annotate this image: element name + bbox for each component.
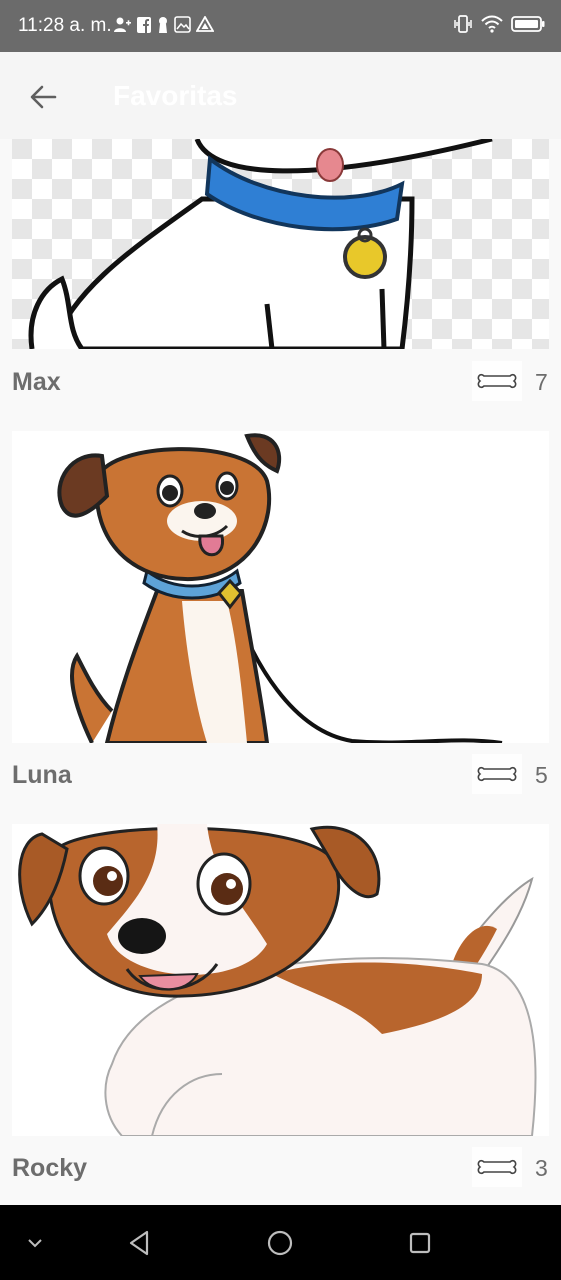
person-add-icon: [114, 17, 131, 32]
pet-name: Max: [12, 368, 61, 396]
page-title: Favoritas: [113, 80, 238, 111]
recents-square-icon: [409, 1232, 431, 1254]
dog-illustration: [12, 431, 549, 743]
nav-recents-button[interactable]: [404, 1227, 436, 1259]
chevron-down-icon: [28, 1239, 42, 1248]
back-triangle-icon: [129, 1230, 149, 1256]
arrow-back-icon: [30, 85, 57, 109]
bone-icon: [477, 1159, 517, 1175]
like-button[interactable]: [472, 1147, 522, 1187]
back-button[interactable]: [22, 76, 64, 118]
dog-illustration: [12, 824, 549, 1136]
drive-icon: [196, 16, 214, 32]
status-bar: 11:28 a. m.: [0, 0, 561, 52]
status-time: 11:28 a. m.: [18, 15, 112, 36]
like-count: 5: [535, 762, 548, 788]
bone-icon: [477, 373, 517, 389]
keyhole-icon: [159, 17, 167, 33]
system-nav-bar: [0, 1205, 561, 1280]
nav-back-button[interactable]: [123, 1227, 155, 1259]
bone-icon: [477, 766, 517, 782]
vibrate-icon: [454, 15, 472, 33]
like-count: 7: [535, 369, 548, 395]
hide-nav-button[interactable]: [19, 1227, 51, 1259]
app-bar: Favoritas: [0, 52, 561, 139]
status-system-icons: [453, 14, 545, 34]
like-button[interactable]: [472, 754, 522, 794]
pet-image[interactable]: [12, 431, 549, 743]
pet-image[interactable]: [12, 824, 549, 1136]
gallery-icon: [174, 16, 191, 33]
home-circle-icon: [267, 1230, 293, 1256]
favorites-list[interactable]: Max 7 Luna 5 Rocky 3: [0, 139, 561, 1205]
pet-card-max[interactable]: Max 7: [12, 139, 549, 419]
nav-home-button[interactable]: [264, 1227, 296, 1259]
pet-name: Luna: [12, 761, 72, 789]
like-button[interactable]: [472, 361, 522, 401]
wifi-icon: [481, 15, 503, 33]
battery-icon: [511, 16, 545, 32]
facebook-icon: [137, 17, 151, 33]
like-count: 3: [535, 1155, 548, 1181]
status-notification-icons: [113, 16, 214, 34]
pet-name: Rocky: [12, 1154, 88, 1182]
pet-card-rocky[interactable]: Rocky 3: [12, 824, 549, 1205]
dog-illustration: [12, 139, 549, 349]
pet-image[interactable]: [12, 139, 549, 349]
pet-card-luna[interactable]: Luna 5: [12, 431, 549, 811]
